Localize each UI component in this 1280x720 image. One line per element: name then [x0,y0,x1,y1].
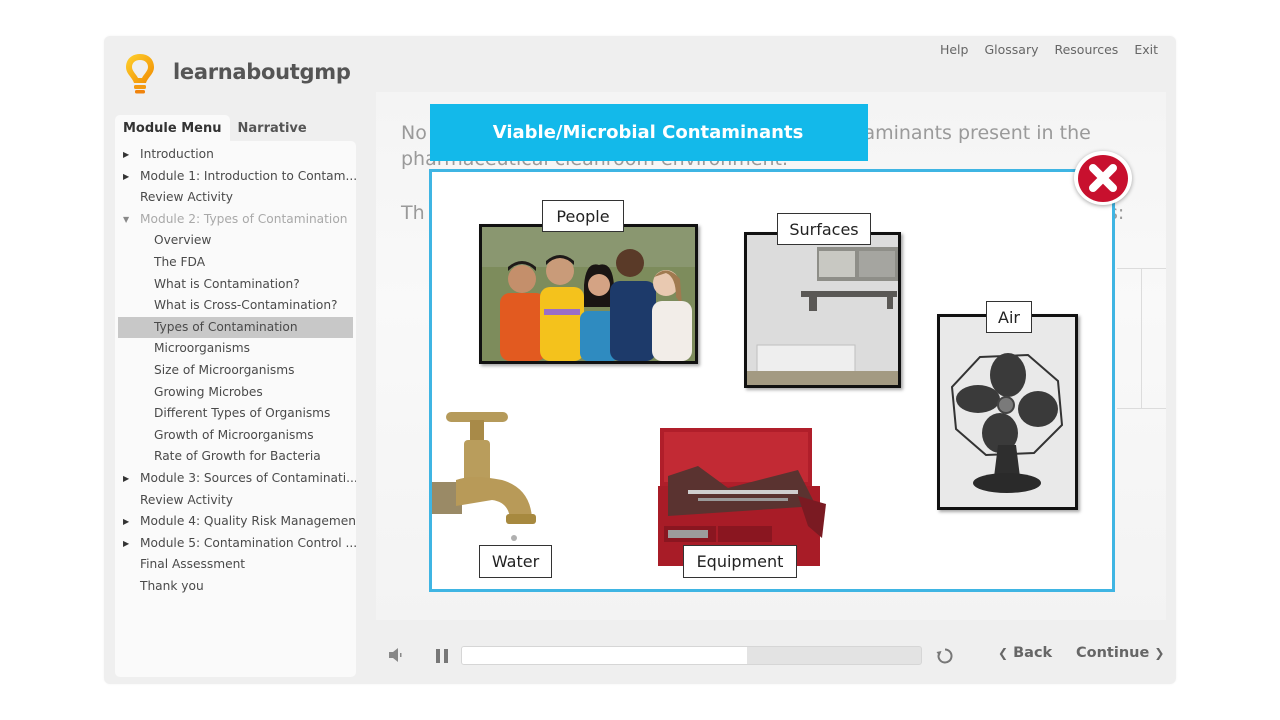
sidebar-item-label: Growth of Microorganisms [154,427,314,442]
sidebar-item[interactable]: The FDA [115,252,356,274]
tab-module-menu[interactable]: Module Menu [115,115,230,141]
air-fan-photo [940,317,1075,507]
surfaces-photo [747,235,898,385]
people-image[interactable] [479,224,698,364]
caret-down-icon[interactable]: ▼ [123,209,129,231]
tab-narrative[interactable]: Narrative [230,115,315,141]
sidebar-item[interactable]: Different Types of Organisms [115,403,356,425]
back-label: Back [1013,645,1053,661]
sidebar-item-label: Rate of Growth for Bacteria [154,449,321,464]
caret-right-icon[interactable]: ▶ [123,511,129,533]
sidebar-item-label: Size of Microorganisms [154,362,295,377]
decorative-line [1117,408,1166,409]
help-link[interactable]: Help [940,42,969,57]
continue-label: Continue [1076,645,1150,661]
water-label: Water [479,545,552,578]
people-photo [482,227,695,361]
sidebar-item-label: Different Types of Organisms [154,406,331,421]
popup-title: Viable/Microbial Contaminants [430,104,868,161]
brand-name: learnaboutgmp [173,60,351,84]
water-faucet-image[interactable] [432,410,542,545]
progress-bar[interactable] [461,646,922,665]
air-image[interactable] [937,314,1078,510]
sidebar-item-label: Module 1: Introduction to Contam... [140,168,356,183]
continue-button[interactable]: Continue ❯ [1076,645,1164,661]
resources-link[interactable]: Resources [1054,42,1118,57]
caret-right-icon[interactable]: ▶ [123,144,129,166]
sidebar-item-label: Growing Microbes [154,384,263,399]
sidebar-item[interactable]: Growth of Microorganisms [115,425,356,447]
caret-right-icon[interactable]: ▶ [123,468,129,490]
sidebar-item[interactable]: Rate of Growth for Bacteria [115,446,356,468]
sidebar-item[interactable]: What is Cross-Contamination? [115,295,356,317]
sidebar-item[interactable]: Final Assessment [115,554,356,576]
surfaces-image[interactable] [744,232,901,388]
sidebar-item[interactable]: Overview [115,230,356,252]
sidebar-tabs: Module Menu Narrative [115,115,315,141]
sidebar-item[interactable]: Thank you [115,576,356,598]
people-label: People [542,200,624,232]
sidebar-item-label: Thank you [140,578,204,593]
chevron-left-icon: ❮ [998,646,1009,660]
sidebar-item-label: What is Cross-Contamination? [154,298,338,313]
sidebar-item[interactable]: Review Activity [115,187,356,209]
sidebar-item-label: Microorganisms [154,341,250,356]
air-label: Air [986,301,1032,333]
close-popup-button[interactable] [1074,151,1132,205]
replay-icon[interactable] [936,647,954,665]
sidebar-item-label: Review Activity [140,190,233,205]
sidebar-item-label: Module 4: Quality Risk Management [140,514,356,529]
sidebar-item[interactable]: ▶ Module 3: Sources of Contaminati... [115,468,356,490]
sidebar-item-label: The FDA [154,254,206,269]
chevron-right-icon: ❯ [1154,646,1165,660]
playback-controls: ❮ Back Continue ❯ [376,636,1166,676]
sidebar-item[interactable]: Growing Microbes [115,382,356,404]
sidebar-item[interactable]: ▶ Introduction [115,144,356,166]
glossary-link[interactable]: Glossary [984,42,1038,57]
surfaces-label: Surfaces [777,213,871,245]
sidebar-item-label: Types of Contamination [154,319,298,334]
sidebar-item[interactable]: Types of Contamination [118,316,353,339]
volume-icon[interactable] [388,648,404,662]
sidebar-item-label: What is Contamination? [154,276,300,291]
slide-text-line3-left: Th [401,202,425,224]
sidebar-item-label: Module 2: Types of Contamination [140,211,348,226]
top-navigation: Help Glossary Resources Exit [940,42,1158,57]
sidebar-item-label: Final Assessment [140,557,246,572]
sidebar-item[interactable]: ▶ Module 4: Quality Risk Management [115,511,356,533]
progress-fill [462,647,747,664]
slide-text-line1-left: No [401,122,427,144]
decorative-line [1141,268,1142,408]
close-icon [1089,164,1117,192]
sidebar-item-label: Review Activity [140,492,233,507]
lightbulb-logo-icon [126,54,154,94]
equipment-label: Equipment [683,545,797,578]
caret-right-icon[interactable]: ▶ [123,533,129,555]
pause-icon[interactable] [434,648,450,664]
sidebar-item[interactable]: ▶ Module 1: Introduction to Contam... [115,166,356,188]
sidebar-item[interactable]: Microorganisms [115,338,356,360]
slide-text-line1-right: taminants present in the [856,122,1091,144]
sidebar-item-label: Overview [154,233,212,248]
sidebar-item[interactable]: Review Activity [115,490,356,512]
sidebar-item-label: Introduction [140,147,214,161]
back-button[interactable]: ❮ Back [998,645,1052,661]
sidebar-item[interactable]: ▶ Module 5: Contamination Control ... [115,533,356,555]
sidebar-item-label: Module 5: Contamination Control ... [140,535,356,550]
sidebar-item-label: Module 3: Sources of Contaminati... [140,470,356,485]
sidebar-item[interactable]: ▼ Module 2: Types of Contamination [115,209,356,231]
module-menu: ▶ Introduction ▶ Module 1: Introduction to … [115,141,356,677]
caret-right-icon[interactable]: ▶ [123,166,129,188]
sidebar-item[interactable]: What is Contamination? [115,274,356,296]
sidebar-item[interactable]: Size of Microorganisms [115,360,356,382]
exit-link[interactable]: Exit [1134,42,1158,57]
